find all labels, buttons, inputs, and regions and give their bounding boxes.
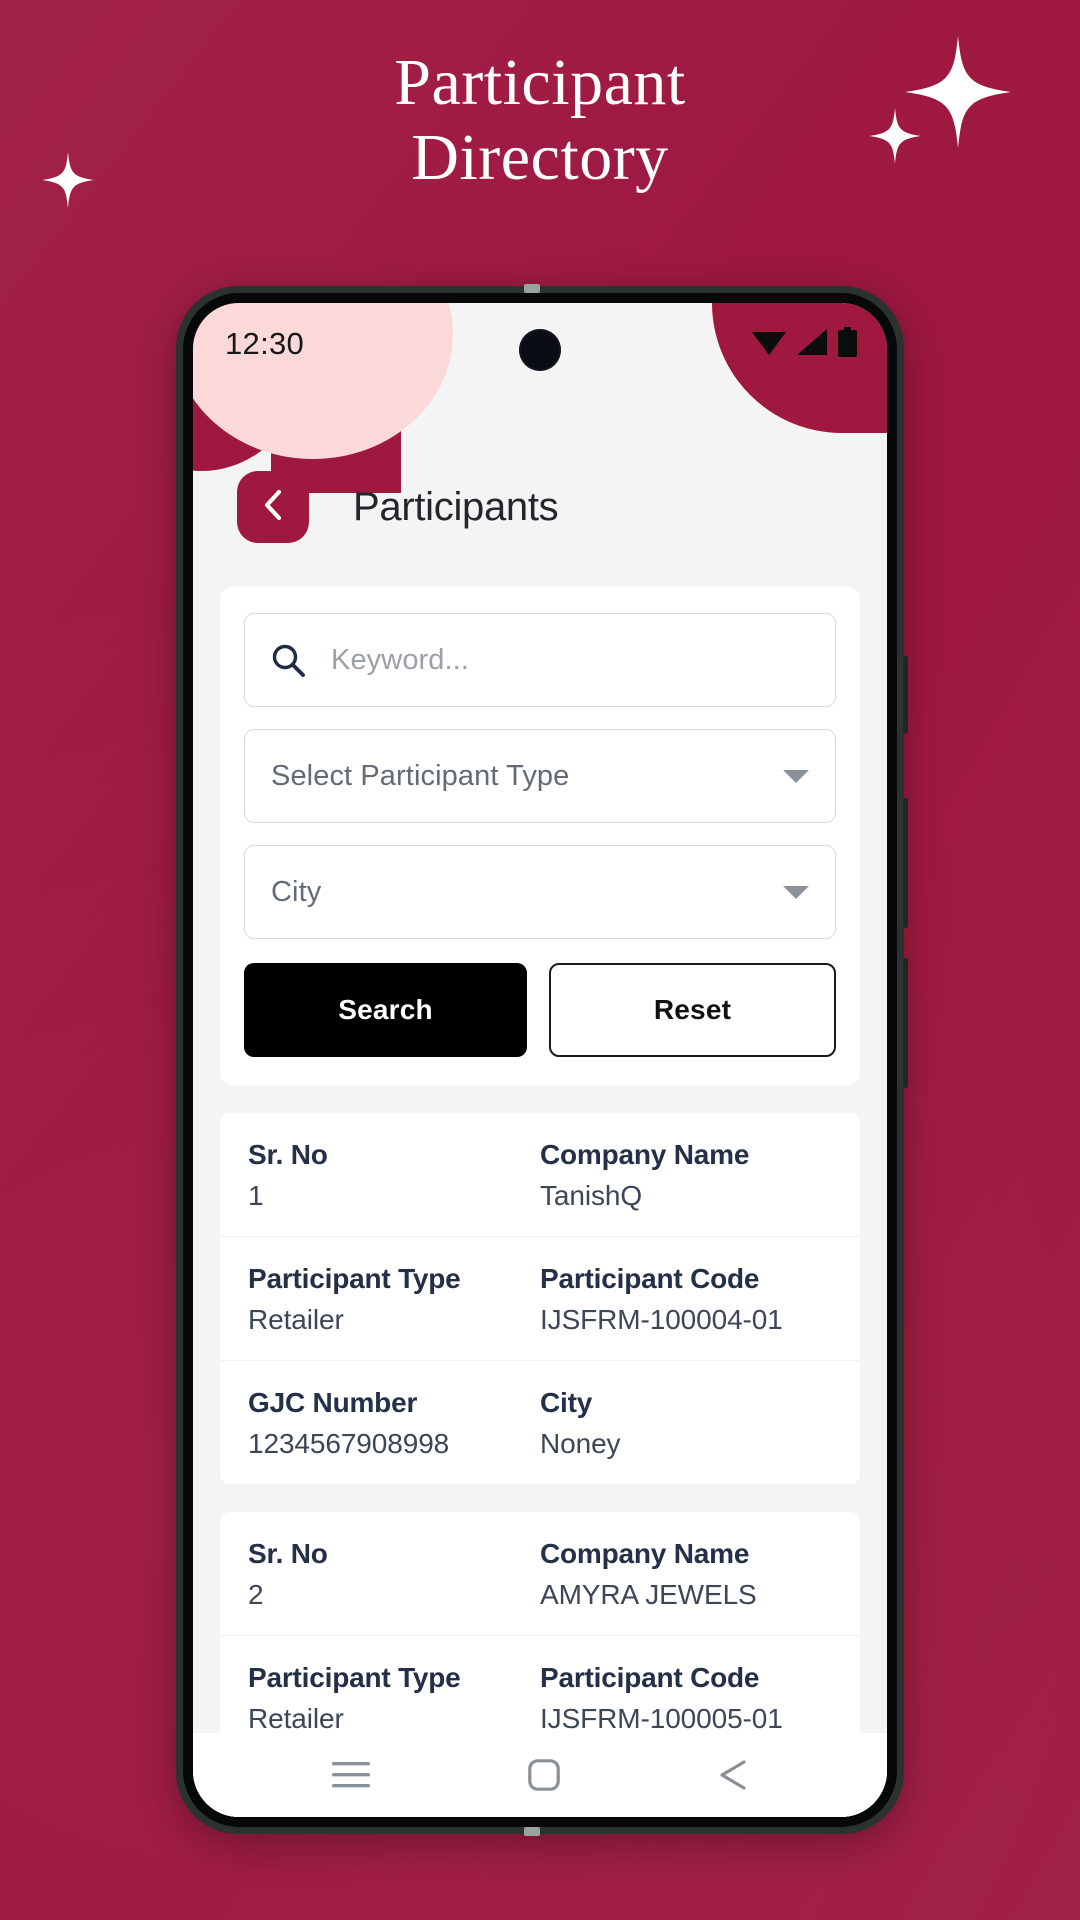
city-cell: City Noney <box>540 1387 832 1460</box>
participant-code-cell: Participant Code IJSFRM-100004-01 <box>540 1263 832 1336</box>
participant-code-value: IJSFRM-100004-01 <box>540 1304 783 1335</box>
antenna-line-bottom <box>524 1827 540 1836</box>
sr-no-value: 2 <box>248 1579 264 1610</box>
table-row: Sr. No 2 Company Name AMYRA JEWELS <box>220 1512 860 1636</box>
android-navigation-bar <box>193 1733 887 1817</box>
reset-button[interactable]: Reset <box>549 963 836 1057</box>
phone-device-frame: 12:30 Participants Keyword... Select Par… <box>176 284 908 1836</box>
content-scroll-area[interactable]: Keyword... Select Participant Type City … <box>193 559 887 1817</box>
phone-side-button[interactable] <box>903 656 908 734</box>
gjc-number-label: GJC Number <box>248 1387 418 1418</box>
caret-down-icon <box>783 768 809 784</box>
chevron-left-icon <box>260 489 286 526</box>
gjc-number-cell: GJC Number 1234567908998 <box>248 1387 540 1460</box>
participant-code-label: Participant Code <box>540 1263 760 1294</box>
participant-code-label: Participant Code <box>540 1662 760 1693</box>
company-name-label: Company Name <box>540 1139 750 1170</box>
battery-icon <box>838 326 857 362</box>
participant-type-cell: Participant Type Retailer <box>248 1662 540 1735</box>
sparkle-icon <box>42 152 94 208</box>
participant-type-select[interactable]: Select Participant Type <box>244 729 836 823</box>
company-name-value: TanishQ <box>540 1180 643 1211</box>
participant-type-cell: Participant Type Retailer <box>248 1263 540 1336</box>
antenna-line-top <box>524 284 540 293</box>
participant-type-value: Retailer <box>248 1703 344 1734</box>
search-input-placeholder: Keyword... <box>331 643 469 676</box>
company-name-cell: Company Name TanishQ <box>540 1139 832 1212</box>
participant-code-value: IJSFRM-100005-01 <box>540 1703 783 1734</box>
sr-no-label: Sr. No <box>248 1139 328 1170</box>
status-bar-icons <box>752 326 857 362</box>
search-icon <box>271 643 305 677</box>
company-name-label: Company Name <box>540 1538 750 1569</box>
phone-screen: 12:30 Participants Keyword... Select Par… <box>193 303 887 1817</box>
city-label: City <box>540 1387 593 1418</box>
cellular-signal-icon <box>797 328 827 360</box>
company-name-cell: Company Name AMYRA JEWELS <box>540 1538 832 1611</box>
recents-menu-icon[interactable] <box>332 1761 370 1789</box>
participant-type-label: Participant Type <box>248 1263 461 1294</box>
sr-no-value: 1 <box>248 1180 264 1211</box>
back-button[interactable] <box>237 471 309 543</box>
phone-volume-down-button[interactable] <box>903 958 908 1088</box>
participant-card[interactable]: Sr. No 1 Company Name TanishQ Participan… <box>220 1113 860 1484</box>
participant-code-cell: Participant Code IJSFRM-100005-01 <box>540 1662 832 1735</box>
status-bar-clock: 12:30 <box>225 326 305 361</box>
city-value: Noney <box>540 1428 621 1459</box>
filter-action-buttons: Search Reset <box>244 963 836 1057</box>
city-select[interactable]: City <box>244 845 836 939</box>
wifi-icon <box>752 329 786 360</box>
phone-volume-up-button[interactable] <box>903 798 908 928</box>
front-camera-punch-hole <box>519 329 561 371</box>
participant-type-label: Participant Type <box>248 1662 461 1693</box>
search-filter-panel: Keyword... Select Participant Type City … <box>220 587 860 1085</box>
gjc-number-value: 1234567908998 <box>248 1428 450 1459</box>
participant-type-value: Retailer <box>248 1304 344 1335</box>
search-input[interactable]: Keyword... <box>244 613 836 707</box>
back-triangle-icon[interactable] <box>718 1759 748 1791</box>
participant-type-select-value: Select Participant Type <box>271 759 570 792</box>
caret-down-icon <box>783 884 809 900</box>
table-row: Sr. No 1 Company Name TanishQ <box>220 1113 860 1237</box>
sr-no-cell: Sr. No 1 <box>248 1139 540 1212</box>
sr-no-cell: Sr. No 2 <box>248 1538 540 1611</box>
sr-no-label: Sr. No <box>248 1538 328 1569</box>
app-bar-title: Participants <box>353 484 559 529</box>
city-select-value: City <box>271 875 322 908</box>
company-name-value: AMYRA JEWELS <box>540 1579 757 1610</box>
search-button[interactable]: Search <box>244 963 527 1057</box>
table-row: GJC Number 1234567908998 City Noney <box>220 1361 860 1484</box>
table-row: Participant Type Retailer Participant Co… <box>220 1237 860 1361</box>
sparkle-icon <box>869 108 921 164</box>
home-square-icon[interactable] <box>528 1759 560 1791</box>
app-bar: Participants <box>193 451 887 563</box>
